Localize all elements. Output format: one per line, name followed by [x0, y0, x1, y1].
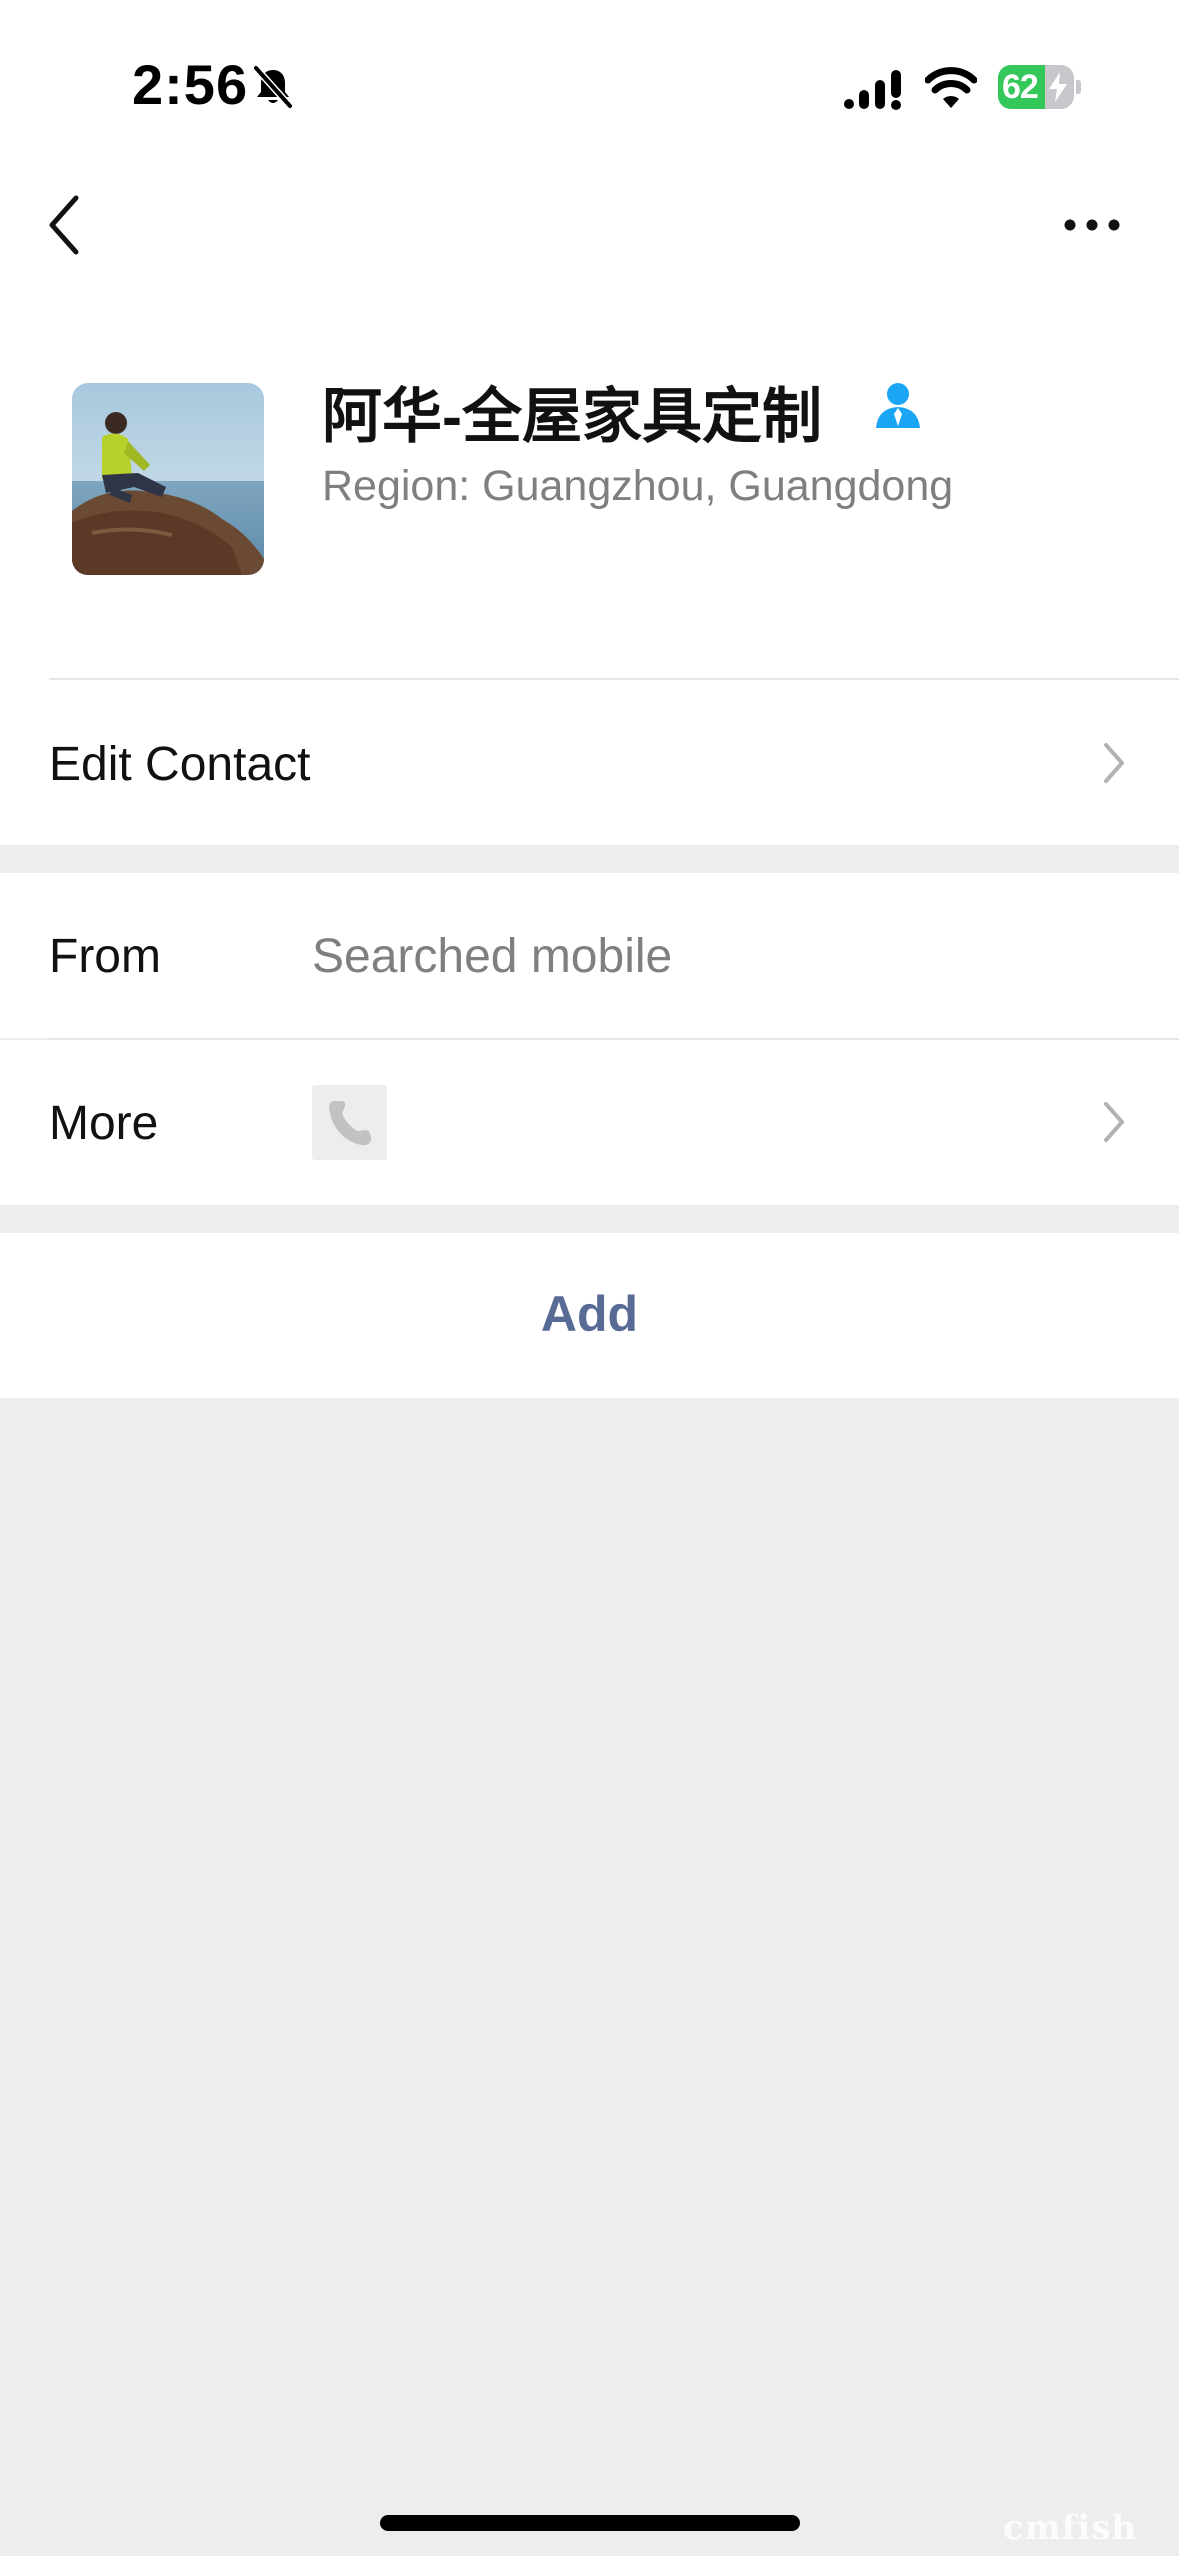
person-badge-icon	[876, 383, 920, 428]
home-indicator[interactable]	[380, 2515, 800, 2531]
battery-charging-icon: 62	[998, 65, 1081, 109]
contact-name: 阿华-全屋家具定制	[322, 383, 822, 450]
phone-icon	[312, 1085, 387, 1160]
bolt-icon	[1049, 72, 1067, 102]
more-options-icon[interactable]	[1060, 205, 1124, 245]
add-label: Add	[540, 1286, 639, 1342]
back-chevron-icon[interactable]	[40, 190, 90, 260]
status-bar: 2:56 62	[0, 0, 1179, 175]
edit-contact-label: Edit Contact	[49, 738, 311, 791]
divider	[49, 1038, 1179, 1040]
chevron-right-icon	[1104, 743, 1124, 783]
avatar[interactable]	[72, 383, 264, 575]
battery-percent: 62	[1002, 68, 1039, 106]
status-time: 2:56	[132, 53, 249, 116]
watermark: cmfish	[1003, 2508, 1138, 2548]
contact-region: Region: Guangzhou, Guangdong	[322, 462, 954, 510]
cellular-signal-icon	[844, 70, 901, 110]
from-row: From Searched mobile	[0, 873, 1179, 1038]
more-row[interactable]: More	[0, 1040, 1179, 1205]
from-value: Searched mobile	[312, 930, 673, 983]
bell-slash-icon	[253, 65, 293, 109]
more-label: More	[49, 1097, 159, 1150]
from-label: From	[49, 930, 161, 983]
chevron-right-icon	[1104, 1102, 1124, 1142]
wifi-icon	[925, 67, 977, 108]
edit-contact-row[interactable]: Edit Contact	[0, 680, 1179, 845]
add-contact-button[interactable]: Add	[0, 1233, 1179, 1398]
